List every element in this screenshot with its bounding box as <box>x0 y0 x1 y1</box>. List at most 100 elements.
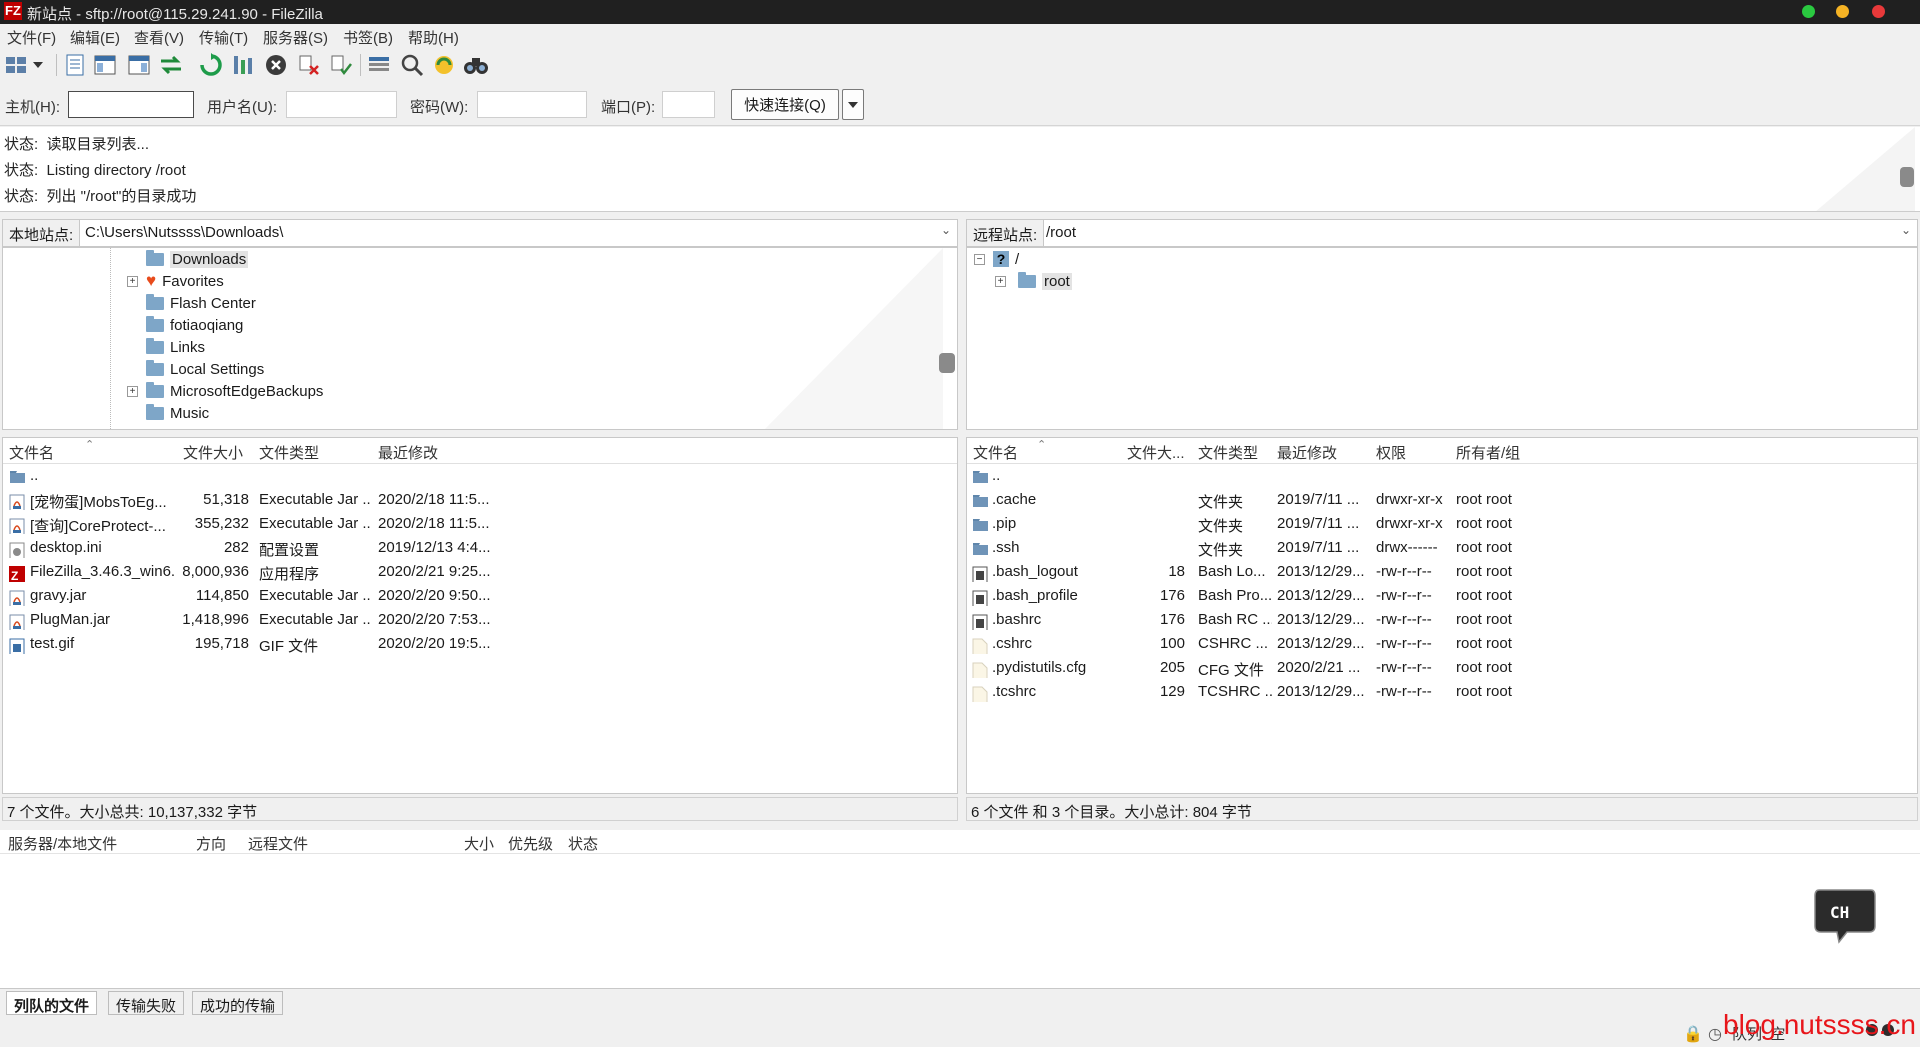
filezilla-icon: Z <box>9 566 25 582</box>
tree-item-local-settings[interactable]: Local Settings <box>146 358 264 380</box>
table-row[interactable]: desktop.ini 282 配置设置 2019/12/13 4:4... <box>3 536 957 560</box>
local-path-input[interactable]: C:\Users\Nutssss\Downloads\ <box>85 224 283 241</box>
column-filetype[interactable]: 文件类型 <box>1198 442 1258 463</box>
chevron-down-icon[interactable]: ⌄ <box>941 223 951 237</box>
disconnect-icon[interactable] <box>296 52 322 78</box>
refresh-icon[interactable] <box>198 52 224 78</box>
tab-successful-transfers[interactable]: 成功的传输 <box>192 991 284 1015</box>
tab-queued-files[interactable]: 列队的文件 <box>6 991 98 1015</box>
tree-item-root[interactable]: root <box>1018 270 1072 292</box>
remote-path-input[interactable]: /root <box>1046 224 1076 241</box>
remote-site-label: 远程站点: <box>967 220 1045 246</box>
menu-server[interactable]: 服务器(S) <box>263 27 328 48</box>
table-row[interactable]: .cshrc 100 CSHRC ... 2013/12/29... -rw-r--r-… <box>967 632 1917 656</box>
remote-list-header: 文件名 ⌃ 文件大... 文件类型 最近修改 权限 所有者/组 <box>967 438 1917 464</box>
remote-status: 6 个文件 和 3 个目录。大小总计: 804 字节 <box>966 797 1918 821</box>
process-queue-icon[interactable] <box>230 52 256 78</box>
tab-failed-transfers[interactable]: 传输失败 <box>108 991 185 1015</box>
tree-item-fotiaoqiang[interactable]: fotiaoqiang <box>146 314 243 336</box>
table-row[interactable]: .. <box>3 464 957 488</box>
cancel-icon[interactable] <box>263 52 289 78</box>
table-row[interactable]: .tcshrc 129 TCSHRC ... 2013/12/29... -rw-r--… <box>967 680 1917 704</box>
table-row[interactable]: .bash_profile 176 Bash Pro... 2013/12/29...… <box>967 584 1917 608</box>
tree-item-music[interactable]: Music <box>146 402 209 424</box>
expand-icon[interactable]: + <box>127 276 138 287</box>
queue-list[interactable] <box>0 854 1920 988</box>
menu-view[interactable]: 查看(V) <box>134 27 184 48</box>
column-priority[interactable]: 优先级 <box>508 833 553 854</box>
reconnect-icon[interactable] <box>328 52 354 78</box>
toggle-local-tree-icon[interactable] <box>92 52 118 78</box>
log-scrollbar-thumb[interactable] <box>1900 167 1914 187</box>
table-row[interactable]: .. <box>967 464 1917 488</box>
file-type: 应用程序 <box>259 566 320 583</box>
table-row[interactable]: .cache 文件夹 2019/7/11 ... drwxr-xr-x root roo… <box>967 488 1917 512</box>
column-modified[interactable]: 最近修改 <box>378 442 438 463</box>
column-filename[interactable]: 文件名 <box>9 442 54 463</box>
file-name: .ssh <box>992 539 1020 556</box>
column-server-local-file[interactable]: 服务器/本地文件 <box>8 833 117 854</box>
maximize-button[interactable] <box>1802 5 1815 18</box>
menu-help[interactable]: 帮助(H) <box>408 27 459 48</box>
column-filesize[interactable]: 文件大小 <box>183 442 243 463</box>
close-button[interactable] <box>1872 5 1885 18</box>
column-owner-group[interactable]: 所有者/组 <box>1456 442 1520 463</box>
column-direction[interactable]: 方向 <box>196 833 226 854</box>
file-permissions: -rw-r--r-- <box>1376 683 1432 700</box>
column-filename[interactable]: 文件名 <box>973 442 1018 463</box>
site-manager-dropdown-icon[interactable] <box>30 52 46 78</box>
password-input[interactable] <box>477 91 587 118</box>
menu-file[interactable]: 文件(F) <box>7 27 56 48</box>
tree-item-downloads[interactable]: Downloads <box>146 248 249 270</box>
port-input[interactable] <box>662 91 715 118</box>
username-input[interactable] <box>286 91 397 118</box>
table-row[interactable]: .pip 文件夹 2019/7/11 ... drwxr-xr-x root root <box>967 512 1917 536</box>
menu-edit[interactable]: 编辑(E) <box>70 27 120 48</box>
expand-icon[interactable]: + <box>127 386 138 397</box>
minimize-button[interactable] <box>1836 5 1849 18</box>
tree-item-favorites[interactable]: ♥ Favorites <box>146 270 224 292</box>
table-row[interactable]: gravy.jar 114,850 Executable Jar ... 2020/2… <box>3 584 957 608</box>
menu-bookmarks[interactable]: 书签(B) <box>343 27 393 48</box>
collapse-icon[interactable]: − <box>974 254 985 265</box>
tree-item-flash-center[interactable]: Flash Center <box>146 292 256 314</box>
table-row[interactable]: [宠物蛋]MobsToEg... 51,318 Executable Jar ...… <box>3 488 957 512</box>
chevron-down-icon[interactable]: ⌄ <box>1901 223 1911 237</box>
toolbar-separator <box>56 54 57 76</box>
message-log[interactable]: 状态: 读取目录列表... 状态: Listing directory /roo… <box>0 127 1920 212</box>
column-modified[interactable]: 最近修改 <box>1277 442 1337 463</box>
table-row[interactable]: test.gif 195,718 GIF 文件 2020/2/20 19:5... <box>3 632 957 656</box>
tree-item-microsoftedgebackups[interactable]: MicrosoftEdgeBackups <box>146 380 323 402</box>
table-row[interactable]: PlugMan.jar 1,418,996 Executable Jar ... 20… <box>3 608 957 632</box>
column-filesize[interactable]: 文件大... <box>1127 442 1185 463</box>
table-row[interactable]: .ssh 文件夹 2019/7/11 ... drwx------ root root <box>967 536 1917 560</box>
toggle-log-icon[interactable] <box>62 52 88 78</box>
expand-icon[interactable]: + <box>995 276 1006 287</box>
menu-transfer[interactable]: 传输(T) <box>199 27 248 48</box>
column-permissions[interactable]: 权限 <box>1376 442 1406 463</box>
file-owner: root root <box>1456 659 1512 676</box>
directory-listing-filter-icon[interactable] <box>366 52 392 78</box>
tree-item-links[interactable]: Links <box>146 336 205 358</box>
table-row[interactable]: .pydistutils.cfg 205 CFG 文件 2020/2/21 ... -r… <box>967 656 1917 680</box>
quickconnect-button[interactable]: 快速连接(Q) <box>731 89 839 120</box>
column-filetype[interactable]: 文件类型 <box>259 442 319 463</box>
compare-directories-icon[interactable] <box>431 52 457 78</box>
quickconnect-dropdown-button[interactable] <box>842 89 864 120</box>
column-size[interactable]: 大小 <box>464 833 494 854</box>
local-tree-scrollbar-thumb[interactable] <box>939 353 955 373</box>
search-remote-files-icon[interactable] <box>463 52 489 78</box>
column-remote-file[interactable]: 远程文件 <box>248 833 308 854</box>
toggle-remote-tree-icon[interactable] <box>126 52 152 78</box>
host-input[interactable] <box>68 91 194 118</box>
tree-item-root-slash[interactable]: ? / <box>993 248 1019 270</box>
toggle-sync-browsing-icon[interactable] <box>399 52 425 78</box>
toggle-queue-icon[interactable] <box>158 52 184 78</box>
table-row[interactable]: [查询]CoreProtect-... 355,232 Executable Jar… <box>3 512 957 536</box>
column-status[interactable]: 状态 <box>568 833 598 854</box>
file-owner: root root <box>1456 515 1512 532</box>
table-row[interactable]: Z FileZilla_3.46.3_win6... 8,000,936 应用程序 20… <box>3 560 957 584</box>
site-manager-icon[interactable] <box>4 52 28 78</box>
table-row[interactable]: .bashrc 176 Bash RC ... 2013/12/29... -rw-r-… <box>967 608 1917 632</box>
table-row[interactable]: .bash_logout 18 Bash Lo... 2013/12/29... -rw… <box>967 560 1917 584</box>
